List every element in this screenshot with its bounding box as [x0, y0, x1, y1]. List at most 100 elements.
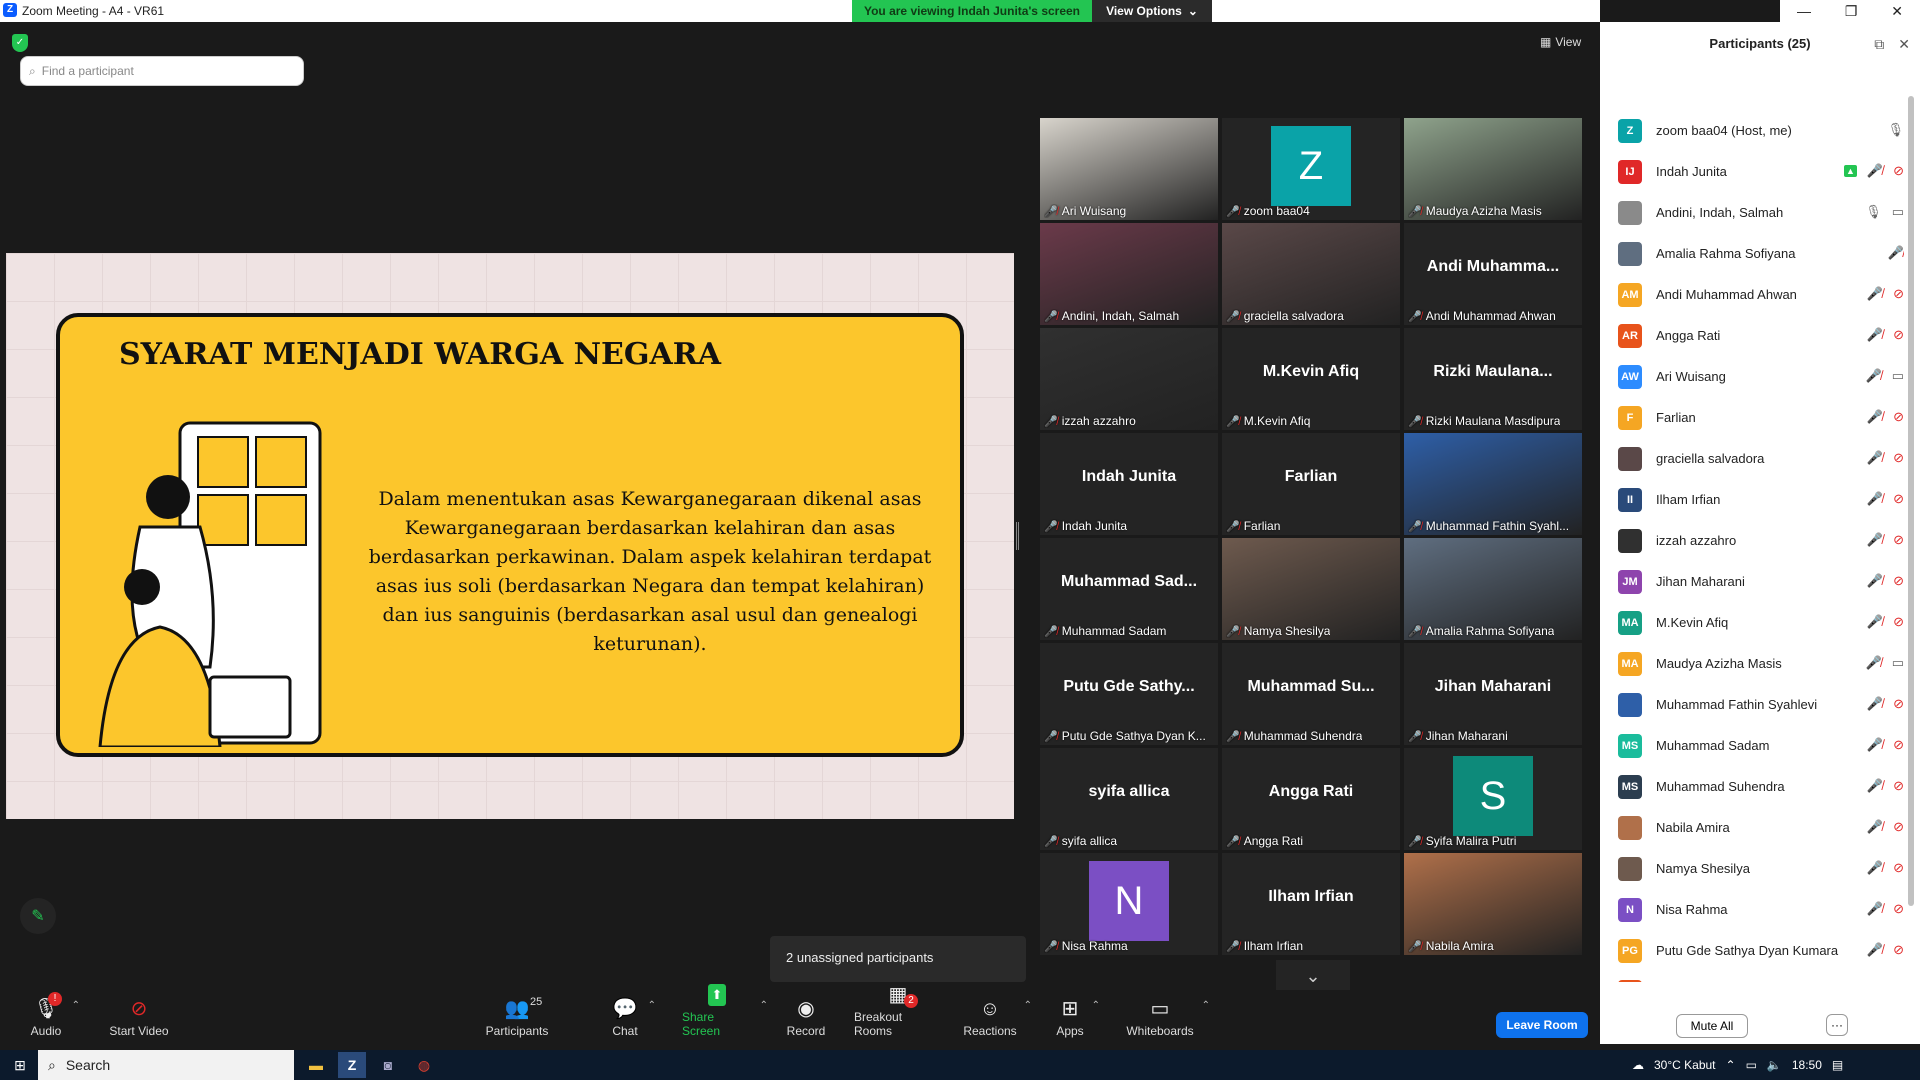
video-tile[interactable]: Muhammad Su... 🎤̸ Muhammad Suhendra [1222, 643, 1400, 745]
participant-row[interactable]: MA Maudya Azizha Masis 🎤̸ ▭ [1618, 643, 1904, 684]
whiteboards-button[interactable]: ▭ Whiteboards ⌃ [1126, 990, 1210, 1044]
caret-up-icon[interactable]: ⌃ [1092, 1000, 1100, 1011]
participant-row[interactable]: AM Andi Muhammad Ahwan 🎤̸ ⊘ [1618, 274, 1904, 315]
view-button[interactable]: ▦ View [1540, 32, 1590, 52]
video-tile[interactable]: Farlian 🎤̸ Farlian [1222, 433, 1400, 535]
reactions-button[interactable]: ☺ Reactions ⌃ [963, 990, 1032, 1044]
caret-up-icon[interactable]: ⌃ [648, 1000, 656, 1011]
caret-up-icon[interactable]: ⌃ [1202, 1000, 1210, 1011]
whiteboards-label: Whiteboards [1126, 1024, 1194, 1038]
participant-row[interactable]: PG Putu Gde Sathya Dyan Kumara 🎤̸ ⊘ [1618, 930, 1904, 971]
participant-row[interactable]: MS Muhammad Suhendra 🎤̸ ⊘ [1618, 766, 1904, 807]
gallery-next-page-chevron-icon[interactable]: ⌄ [1276, 960, 1350, 992]
video-tile[interactable]: 🎤̸ Ari Wuisang [1040, 118, 1218, 220]
network-icon[interactable]: ▭ [1746, 1058, 1757, 1072]
mic-muted-icon: 🎤̸ [1866, 450, 1884, 465]
video-tile[interactable]: M.Kevin Afiq 🎤̸ M.Kevin Afiq [1222, 328, 1400, 430]
volume-icon[interactable]: 🔈 [1767, 1058, 1782, 1072]
caret-up-icon[interactable]: ⌃ [72, 1000, 80, 1011]
video-tile[interactable]: Indah Junita 🎤̸ Indah Junita [1040, 433, 1218, 535]
video-tile[interactable]: Z 🎤̸ zoom baa04 [1222, 118, 1400, 220]
mic-muted-icon: 🎤̸ [1408, 835, 1422, 848]
security-shield-icon[interactable]: ✓ [12, 34, 28, 52]
video-off-icon: ⊘ [1893, 409, 1904, 424]
zoom-taskbar-icon[interactable]: Z [338, 1052, 366, 1078]
video-tile[interactable]: Muhammad Sad... 🎤̸ Muhammad Sadam [1040, 538, 1218, 640]
video-tile[interactable]: 🎤̸ graciella salvadora [1222, 223, 1400, 325]
chevron-up-icon[interactable]: ⌃ [1726, 1058, 1736, 1072]
video-tile[interactable]: 🎤̸ Maudya Azizha Masis [1404, 118, 1582, 220]
close-button[interactable]: ✕ [1891, 3, 1903, 20]
camera-app-icon[interactable]: ◙ [374, 1052, 402, 1078]
participant-row[interactable]: F Farlian 🎤̸ ⊘ [1618, 397, 1904, 438]
minimize-button[interactable]: — [1797, 3, 1811, 19]
clock[interactable]: 18:50 [1792, 1058, 1822, 1072]
participant-row[interactable]: AR Angga Rati 🎤̸ ⊘ [1618, 315, 1904, 356]
participant-row[interactable]: Amalia Rahma Sofiyana 🎤̸ [1618, 233, 1904, 274]
participant-list-scrollbar[interactable] [1908, 96, 1914, 906]
notifications-icon[interactable]: ▤ [1832, 1058, 1843, 1072]
close-panel-icon[interactable]: ✕ [1898, 36, 1910, 53]
participant-row[interactable]: Zzoom baa04 (Host, me) 🎙 [1618, 110, 1904, 151]
video-tile[interactable]: syifa allica 🎤̸ syifa allica [1040, 748, 1218, 850]
video-tile[interactable]: 🎤̸ Amalia Rahma Sofiyana [1404, 538, 1582, 640]
record-button[interactable]: ◉ Record [786, 990, 826, 1044]
view-options-button[interactable]: View Options ⌄ [1092, 0, 1212, 22]
search-icon: ⌕ [29, 63, 36, 78]
start-video-button[interactable]: ⊘ Start Video [108, 990, 170, 1044]
video-tile[interactable]: 🎤̸ Namya Shesilya [1222, 538, 1400, 640]
video-tile[interactable]: Jihan Maharani 🎤̸ Jihan Maharani [1404, 643, 1582, 745]
video-tile[interactable]: S 🎤̸ Syifa Malira Putri [1404, 748, 1582, 850]
tile-name-label: graciella salvadora [1243, 309, 1344, 323]
caret-up-icon[interactable]: ⌃ [760, 1000, 768, 1011]
video-tile[interactable]: 🎤̸ izzah azzahro [1040, 328, 1218, 430]
participant-row[interactable]: graciella salvadora 🎤̸ ⊘ [1618, 438, 1904, 479]
participant-row[interactable]: Namya Shesilya 🎤̸ ⊘ [1618, 848, 1904, 889]
popout-icon[interactable]: ⧉ [1874, 36, 1884, 53]
video-tile[interactable]: 🎤̸ Muhammad Fathin Syahl... [1404, 433, 1582, 535]
participant-row[interactable]: MS Muhammad Sadam 🎤̸ ⊘ [1618, 725, 1904, 766]
share-screen-button[interactable]: ⬆ Share Screen ⌃ [682, 984, 768, 1044]
participants-button[interactable]: 👥 25 Participants [484, 990, 550, 1044]
video-tile[interactable]: 🎤̸ Nabila Amira [1404, 853, 1582, 955]
participant-row[interactable]: izzah azzahro 🎤̸ ⊘ [1618, 520, 1904, 561]
apps-button[interactable]: ⊞ Apps ⌃ [1056, 990, 1100, 1044]
avatar: RM [1618, 979, 1642, 982]
splitter-handle[interactable] [1016, 522, 1019, 550]
participant-row[interactable]: RMRizki Maulana Masdipura🎤̸⊘ [1618, 971, 1904, 982]
video-tile[interactable]: N 🎤̸ Nisa Rahma [1040, 853, 1218, 955]
caret-up-icon[interactable]: ⌃ [1024, 1000, 1032, 1011]
breakout-rooms-button[interactable]: ▦ 2 Breakout Rooms [854, 984, 942, 1044]
participant-row[interactable]: Muhammad Fathin Syahlevi 🎤̸ ⊘ [1618, 684, 1904, 725]
taskbar-search-box[interactable]: ⌕ Search [38, 1050, 294, 1080]
participant-row[interactable]: II Ilham Irfian 🎤̸ ⊘ [1618, 479, 1904, 520]
participant-row[interactable]: N Nisa Rahma 🎤̸ ⊘ [1618, 889, 1904, 930]
video-tile[interactable]: Angga Rati 🎤̸ Angga Rati [1222, 748, 1400, 850]
more-options-button[interactable]: ··· [1826, 1014, 1848, 1036]
weather-text[interactable]: 30°C Kabut [1654, 1058, 1716, 1072]
chrome-icon[interactable]: ◍ [410, 1052, 438, 1078]
find-participant-input[interactable]: ⌕ Find a participant [20, 56, 304, 86]
annotate-pencil-icon[interactable]: ✎ [20, 898, 56, 934]
avatar: N [1089, 861, 1169, 941]
participant-row[interactable]: MA M.Kevin Afiq 🎤̸ ⊘ [1618, 602, 1904, 643]
video-tile[interactable]: 🎤̸ Andini, Indah, Salmah [1040, 223, 1218, 325]
participant-row[interactable]: Nabila Amira 🎤̸ ⊘ [1618, 807, 1904, 848]
chat-button[interactable]: 💬 Chat ⌃ [610, 990, 656, 1044]
microphone-icon: 🎙 [1865, 204, 1882, 219]
video-tile[interactable]: Rizki Maulana... 🎤̸ Rizki Maulana Masdipur… [1404, 328, 1582, 430]
windows-start-icon[interactable]: ⊞ [6, 1052, 34, 1078]
video-tile[interactable]: Andi Muhamma... 🎤̸ Andi Muhammad Ahwan [1404, 223, 1582, 325]
search-icon: ⌕ [48, 1056, 56, 1073]
leave-room-button[interactable]: Leave Room [1496, 1012, 1588, 1038]
mute-all-button[interactable]: Mute All [1676, 1014, 1748, 1038]
participant-row[interactable]: IJ Indah Junita ▲ 🎤̸ ⊘ [1618, 151, 1904, 192]
file-explorer-icon[interactable]: ▬ [302, 1052, 330, 1078]
participant-row[interactable]: JM Jihan Maharani 🎤̸ ⊘ [1618, 561, 1904, 602]
video-tile[interactable]: Ilham Irfian 🎤̸ Ilham Irfian [1222, 853, 1400, 955]
audio-button[interactable]: 🎙 ! Audio ⌃ [28, 990, 80, 1044]
video-tile[interactable]: Putu Gde Sathy... 🎤̸ Putu Gde Sathya Dyan … [1040, 643, 1218, 745]
maximize-button[interactable]: ❐ [1845, 3, 1858, 20]
participant-row[interactable]: Andini, Indah, Salmah 🎙 ▭ [1618, 192, 1904, 233]
participant-row[interactable]: AW Ari Wuisang 🎤̸ ▭ [1618, 356, 1904, 397]
